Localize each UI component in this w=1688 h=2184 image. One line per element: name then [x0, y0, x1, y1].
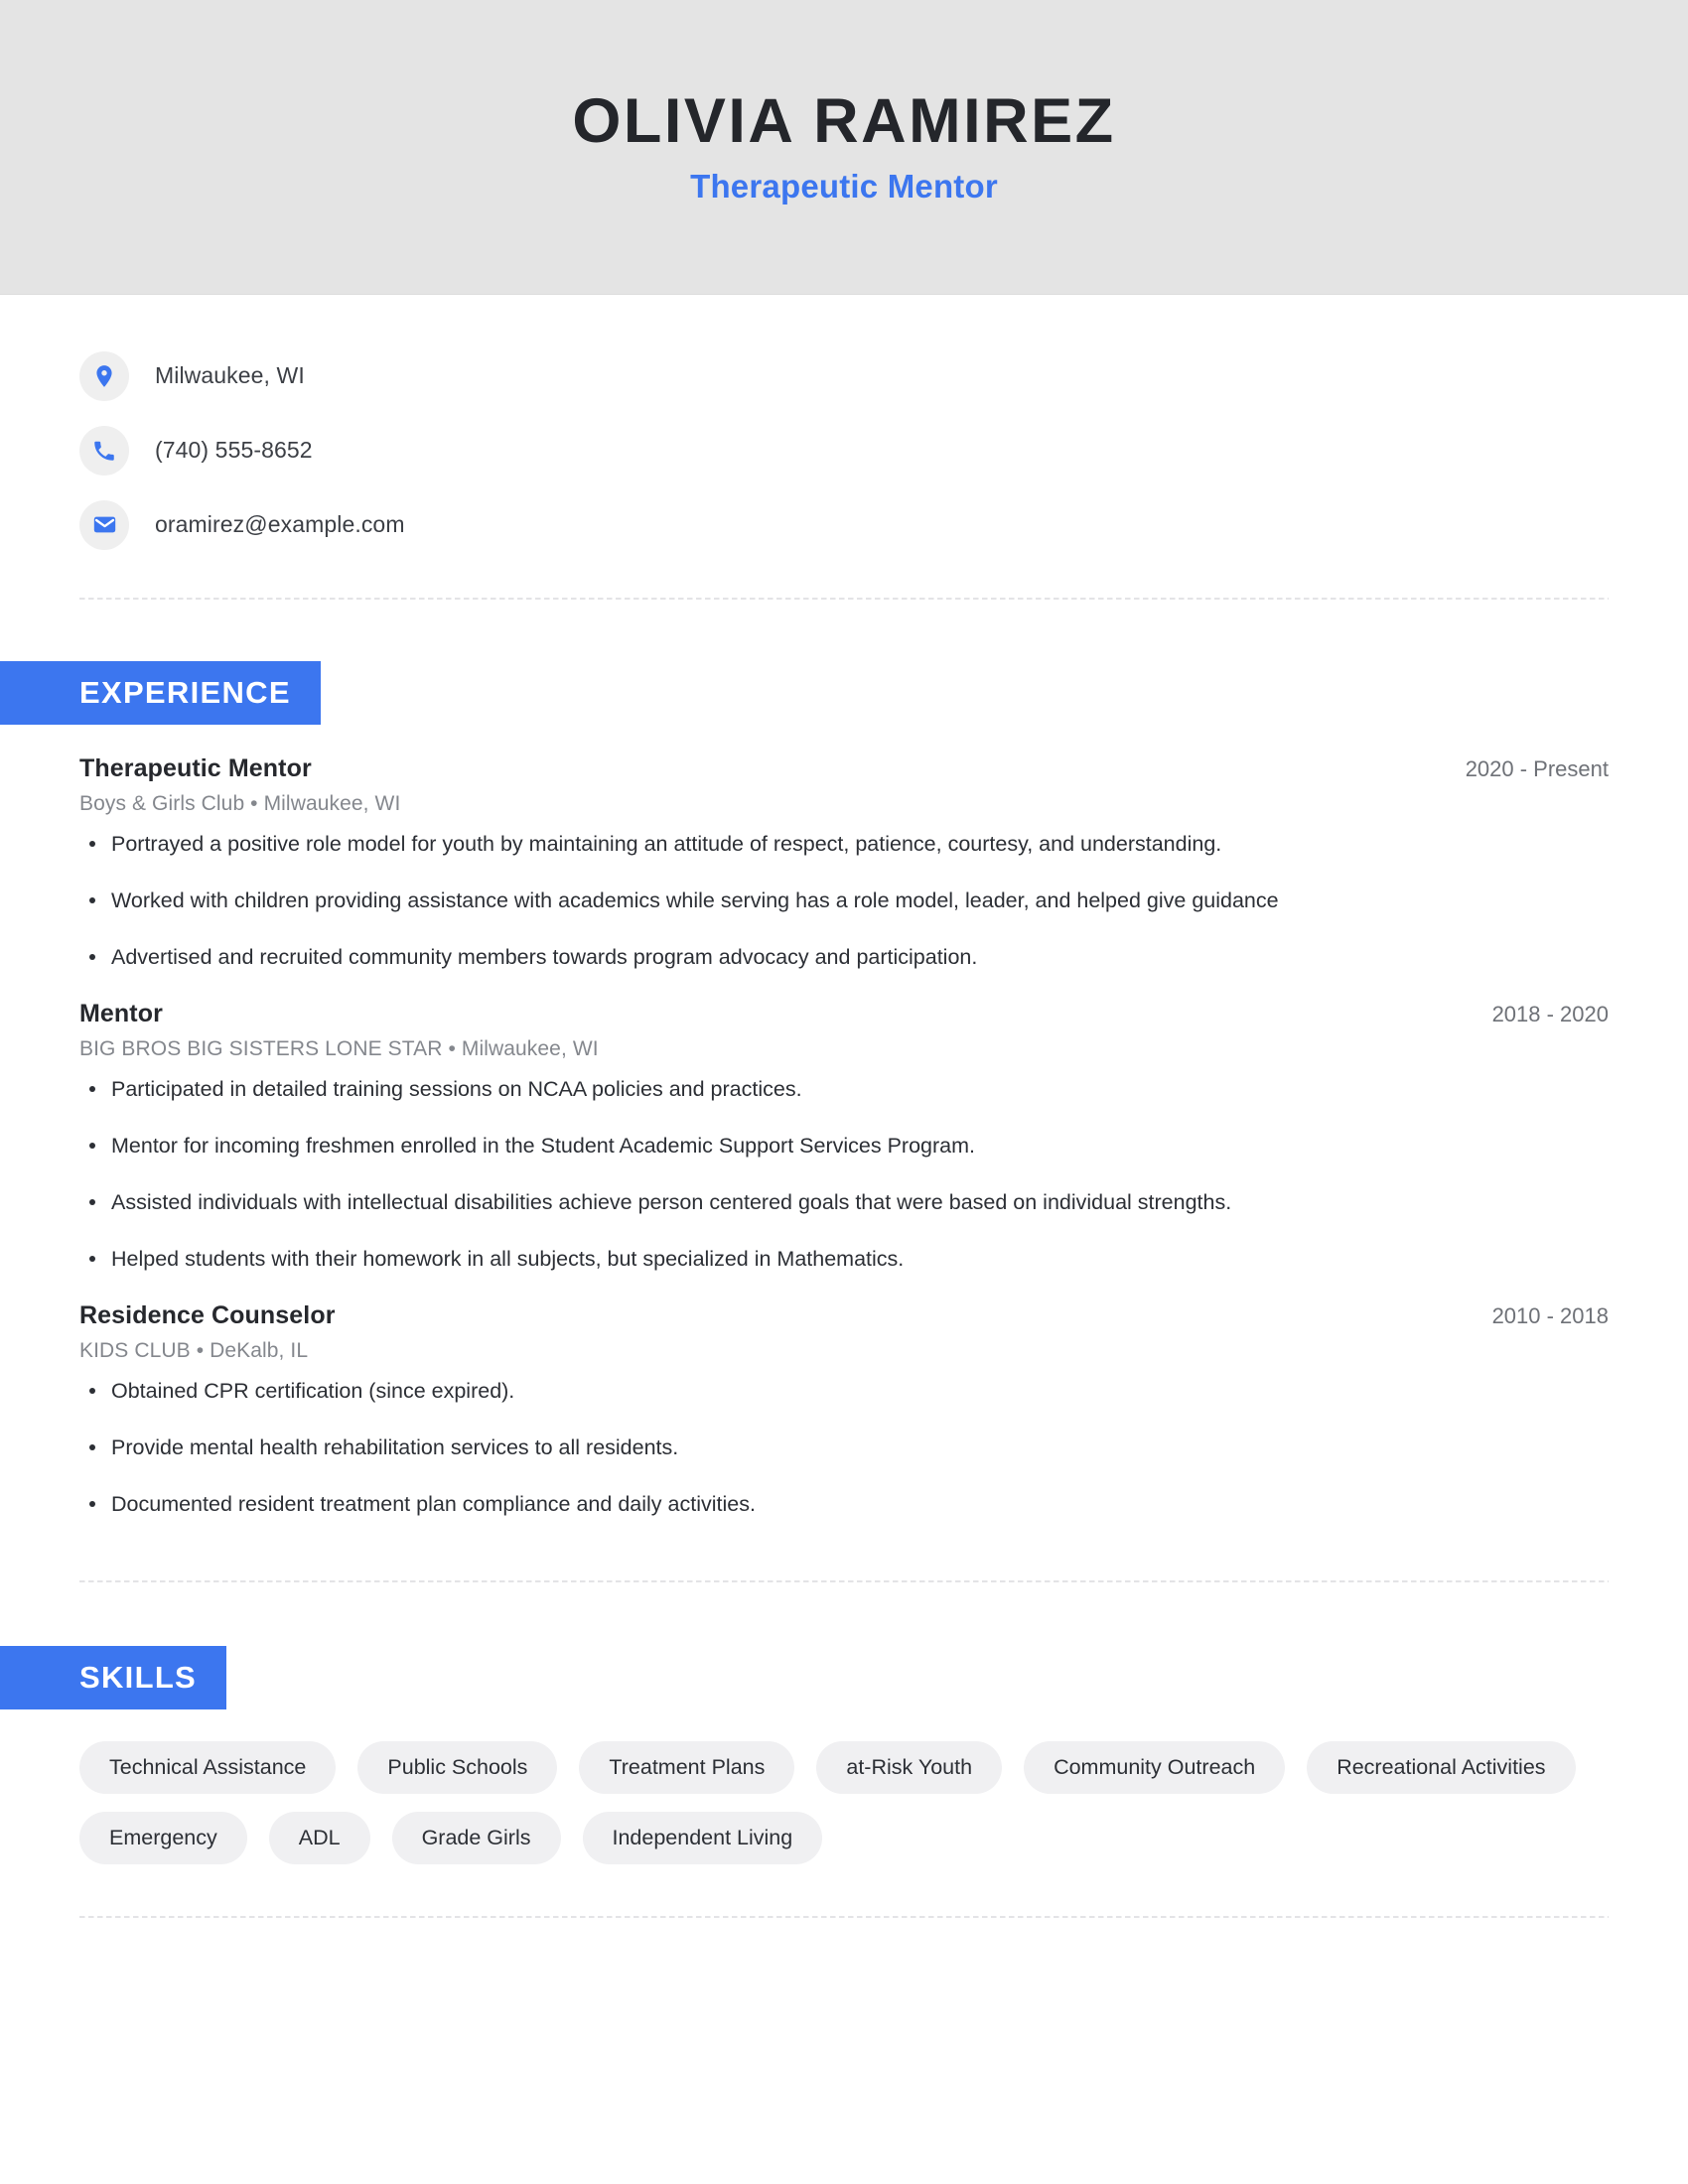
- skill-chip: Treatment Plans: [579, 1741, 795, 1795]
- job-bullet: Helped students with their homework in a…: [79, 1245, 1609, 1274]
- page-title: OLIVIA RAMIREZ: [572, 85, 1116, 156]
- job-bullet: Obtained CPR certification (since expire…: [79, 1377, 1609, 1406]
- contact-item-phone[interactable]: (740) 555-8652: [79, 413, 1609, 487]
- resume-header: OLIVIA RAMIREZ Therapeutic Mentor: [0, 0, 1688, 295]
- experience-section: EXPERIENCE: [0, 661, 1609, 725]
- job-company: BIG BROS BIG SISTERS LONE STAR • Milwauk…: [79, 1037, 599, 1061]
- job-role: Therapeutic Mentor: [79, 754, 312, 782]
- section-header-experience: EXPERIENCE: [0, 661, 321, 725]
- skill-chip: Technical Assistance: [79, 1741, 337, 1795]
- contact-phone-text: (740) 555-8652: [155, 437, 313, 463]
- experience-item: Therapeutic Mentor 2020 - Present Boys &…: [79, 754, 1609, 972]
- resume-body: Milwaukee, WI (740) 555-8652 oramirez@ex…: [0, 295, 1688, 1919]
- job-bullet: Assisted individuals with intellectual d…: [79, 1188, 1609, 1217]
- experience-list: Therapeutic Mentor 2020 - Present Boys &…: [79, 754, 1609, 1519]
- job-bullet: Mentor for incoming freshmen enrolled in…: [79, 1132, 1609, 1160]
- job-dates: 2010 - 2018: [1491, 1303, 1609, 1329]
- job-company: Boys & Girls Club • Milwaukee, WI: [79, 792, 401, 815]
- skill-chip: Emergency: [79, 1812, 247, 1865]
- job-role: Mentor: [79, 1000, 163, 1028]
- skill-chip: Independent Living: [582, 1812, 823, 1865]
- skills-list: Technical Assistance Public Schools Trea…: [79, 1741, 1609, 1865]
- job-dates: 2020 - Present: [1465, 756, 1609, 781]
- email-icon: [79, 499, 129, 550]
- job-bullets: Participated in detailed training sessio…: [79, 1075, 1609, 1274]
- divider-after-skills: [79, 1916, 1609, 1919]
- divider-after-experience: [79, 1580, 1609, 1583]
- job-company: KIDS CLUB • DeKalb, IL: [79, 1339, 309, 1363]
- contact-location-text: Milwaukee, WI: [155, 362, 305, 388]
- contact-item-email[interactable]: oramirez@example.com: [79, 487, 1609, 562]
- job-role: Residence Counselor: [79, 1301, 336, 1330]
- job-header: Therapeutic Mentor 2020 - Present: [79, 754, 1609, 783]
- skill-chip: at-Risk Youth: [816, 1741, 1003, 1795]
- skill-chip: Public Schools: [357, 1741, 558, 1795]
- job-bullets: Portrayed a positive role model for yout…: [79, 830, 1609, 972]
- contact-item-location[interactable]: Milwaukee, WI: [79, 339, 1609, 413]
- phone-icon: [79, 425, 129, 476]
- skill-chip: Grade Girls: [391, 1812, 561, 1865]
- job-bullet: Portrayed a positive role model for yout…: [79, 830, 1609, 859]
- location-pin-icon: [79, 350, 129, 401]
- header-job-title: Therapeutic Mentor: [690, 168, 998, 205]
- job-bullet: Documented resident treatment plan compl…: [79, 1490, 1609, 1519]
- job-bullet: Provide mental health rehabilitation ser…: [79, 1433, 1609, 1462]
- skill-chip: ADL: [268, 1812, 370, 1865]
- job-bullet: Worked with children providing assistanc…: [79, 887, 1609, 915]
- job-dates: 2018 - 2020: [1491, 1002, 1609, 1027]
- contact-block: Milwaukee, WI (740) 555-8652 oramirez@ex…: [79, 295, 1609, 562]
- job-header: Mentor 2018 - 2020: [79, 1000, 1609, 1028]
- section-header-skills: SKILLS: [0, 1646, 227, 1710]
- job-bullet: Advertised and recruited community membe…: [79, 943, 1609, 972]
- contact-email-text: oramirez@example.com: [155, 511, 405, 537]
- job-bullets: Obtained CPR certification (since expire…: [79, 1377, 1609, 1519]
- experience-item: Residence Counselor 2010 - 2018 KIDS CLU…: [79, 1301, 1609, 1519]
- experience-item: Mentor 2018 - 2020 BIG BROS BIG SISTERS …: [79, 1000, 1609, 1274]
- job-header: Residence Counselor 2010 - 2018: [79, 1301, 1609, 1330]
- skill-chip: Recreational Activities: [1307, 1741, 1576, 1795]
- divider-after-contact: [79, 598, 1609, 600]
- skills-section: SKILLS: [0, 1646, 1609, 1710]
- job-bullet: Participated in detailed training sessio…: [79, 1075, 1609, 1104]
- skill-chip: Community Outreach: [1024, 1741, 1286, 1795]
